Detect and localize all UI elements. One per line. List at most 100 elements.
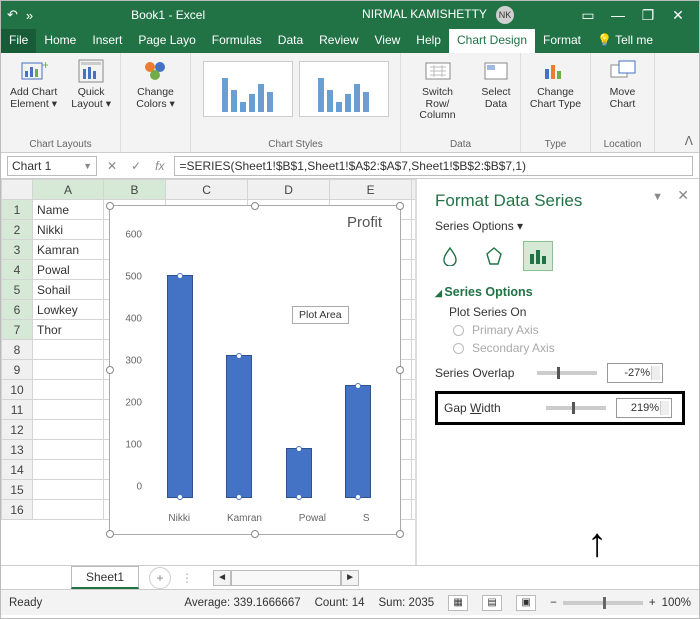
cell[interactable] [33,380,104,400]
cell[interactable] [33,460,104,480]
close-button[interactable]: ✕ [663,7,693,24]
change-colors-button[interactable]: Change Colors ▾ [136,57,175,110]
worksheet-grid[interactable]: A B C D E F 1 Name Profit 2 Nikki 3 Kamr… [1,179,416,565]
pane-dropdown[interactable]: Series Options ▾ [435,219,685,233]
enter-formula-icon[interactable]: ✓ [127,159,145,173]
row-header[interactable]: 5 [2,280,33,300]
series-options-tab-icon[interactable] [523,241,553,271]
qat-more-icon[interactable]: » [26,8,33,23]
add-sheet-button[interactable]: + [149,567,171,589]
resize-handle[interactable] [251,530,259,538]
ribbon-options-icon[interactable]: ▭ [573,7,603,24]
change-chart-type-button[interactable]: Change Chart Type [530,57,581,110]
restore-button[interactable]: ❐ [633,7,663,24]
column-header[interactable]: A [33,180,104,200]
name-box[interactable]: Chart 1▼ [7,156,97,176]
cell[interactable] [33,480,104,500]
cell[interactable] [33,500,104,520]
column-header[interactable]: E [330,180,412,200]
row-header[interactable]: 16 [2,500,33,520]
row-header[interactable]: 4 [2,260,33,280]
close-pane-icon[interactable]: ✕ [677,187,689,204]
select-all-cell[interactable] [2,180,33,200]
chart-style-1[interactable] [203,61,293,117]
column-header[interactable]: B [103,180,165,200]
tab-formulas[interactable]: Formulas [204,29,270,53]
row-header[interactable]: 2 [2,220,33,240]
undo-icon[interactable]: ↶ [7,7,18,23]
cell[interactable] [33,340,104,360]
resize-handle[interactable] [106,202,114,210]
scroll-left-button[interactable]: ◄ [213,570,231,586]
row-header[interactable]: 11 [2,400,33,420]
resize-handle[interactable] [396,530,404,538]
cell[interactable]: Lowkey [33,300,104,320]
horizontal-scrollbar[interactable] [231,570,341,586]
page-break-view-button[interactable]: ▣ [516,595,536,611]
collapse-ribbon-icon[interactable]: ᐱ [685,134,693,148]
gap-width-slider[interactable] [546,406,606,410]
tab-review[interactable]: Review [311,29,366,53]
tab-data[interactable]: Data [270,29,311,53]
resize-handle[interactable] [106,366,114,374]
avatar[interactable]: NK [496,6,514,24]
cancel-formula-icon[interactable]: ✕ [103,159,121,173]
resize-handle[interactable] [251,202,259,210]
zoom-value[interactable]: 100% [662,597,691,609]
fx-icon[interactable]: fx [151,159,168,173]
resize-handle[interactable] [106,530,114,538]
tab-help[interactable]: Help [408,29,449,53]
row-header[interactable]: 1 [2,200,33,220]
row-header[interactable]: 12 [2,420,33,440]
zoom-in-button[interactable]: + [649,597,656,609]
cell[interactable]: Nikki [33,220,104,240]
chart-y-axis[interactable]: 0100200300400500600 [110,246,146,498]
tab-home[interactable]: Home [36,29,84,53]
sheet-tab[interactable]: Sheet1 [71,566,139,589]
chart-bar[interactable] [226,355,252,498]
cell[interactable] [33,420,104,440]
row-header[interactable]: 8 [2,340,33,360]
tab-view[interactable]: View [367,29,409,53]
tab-insert[interactable]: Insert [84,29,130,53]
resize-handle[interactable] [396,202,404,210]
chart-bar[interactable] [286,448,312,498]
row-header[interactable]: 13 [2,440,33,460]
page-layout-view-button[interactable]: ▤ [482,595,502,611]
chart-plot-area[interactable] [150,246,388,498]
zoom-slider[interactable] [563,601,643,605]
tab-page-layout[interactable]: Page Layo [130,29,203,53]
cell[interactable] [33,360,104,380]
row-header[interactable]: 7 [2,320,33,340]
cell[interactable] [33,400,104,420]
cell[interactable]: Sohail [33,280,104,300]
row-header[interactable]: 6 [2,300,33,320]
column-header[interactable]: C [166,180,248,200]
cell[interactable]: Kamran [33,240,104,260]
minimize-button[interactable]: — [603,7,633,23]
cell[interactable]: Name [33,200,104,220]
row-header[interactable]: 14 [2,460,33,480]
resize-handle[interactable] [396,366,404,374]
move-chart-button[interactable]: Move Chart [607,57,639,110]
sheet-tab-more-icon[interactable]: ⋮ [181,571,193,585]
fill-line-tab-icon[interactable] [435,241,465,271]
formula-input[interactable]: =SERIES(Sheet1!$B$1,Sheet1!$A$2:$A$7,She… [174,156,693,176]
pane-options-icon[interactable]: ▼ [652,191,663,203]
column-header[interactable]: D [248,180,330,200]
tab-file[interactable]: File [1,29,36,53]
chart-style-2[interactable] [299,61,389,117]
series-overlap-slider[interactable] [537,371,597,375]
normal-view-button[interactable]: ▦ [448,595,468,611]
add-chart-element-button[interactable]: + Add Chart Element ▾ [10,57,57,110]
zoom-out-button[interactable]: − [550,597,557,609]
series-options-section[interactable]: Series Options [435,285,685,299]
effects-tab-icon[interactable] [479,241,509,271]
scroll-right-button[interactable]: ► [341,570,359,586]
cell[interactable]: Powal [33,260,104,280]
tab-tell-me[interactable]: 💡 Tell me [589,29,661,53]
row-header[interactable]: 9 [2,360,33,380]
chart-x-axis[interactable]: NikkiKamranPowalS [150,513,388,524]
tab-format[interactable]: Format [535,29,589,53]
cell[interactable] [33,440,104,460]
